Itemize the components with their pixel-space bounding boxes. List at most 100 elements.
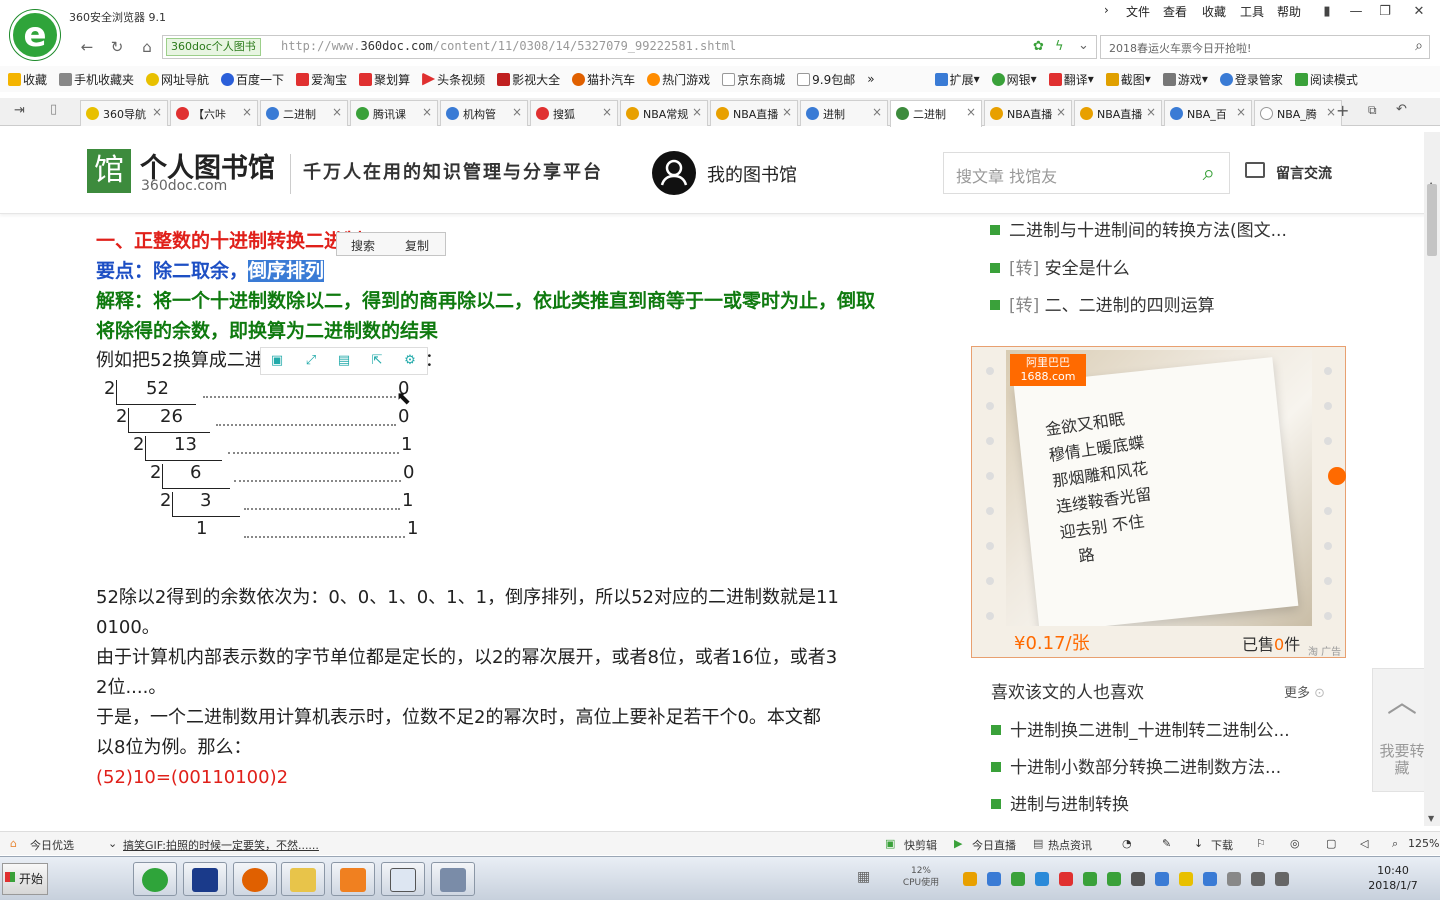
flag-icon[interactable]: ⚐ xyxy=(1256,837,1266,850)
ad-active-dot[interactable] xyxy=(1328,467,1346,485)
360-icon[interactable] xyxy=(1083,872,1097,886)
close-tab-icon[interactable]: × xyxy=(1326,105,1336,119)
fav-tool[interactable]: 网银 ▾ xyxy=(991,71,1037,88)
tab-7[interactable]: NBA直播 × xyxy=(710,100,798,126)
window-icon[interactable]: ▢ xyxy=(1326,837,1336,850)
ad-image[interactable]: 金欲又和眠 穆倩上暖底蝶 那烟雕和风花 连缕鞍香光留 迎去别 不住 路 阿里巴巴… xyxy=(1006,350,1312,626)
tab-9[interactable]: 二进制 × xyxy=(890,100,982,127)
tab-1[interactable]: 【六咔 × xyxy=(170,100,258,126)
fav-item[interactable]: 收藏 xyxy=(8,71,47,88)
save-to-library-button[interactable]: 我要转藏 xyxy=(1373,743,1431,777)
fav-item[interactable]: 手机收藏夹 xyxy=(59,71,134,88)
fav-tool[interactable]: 扩展 ▾ xyxy=(934,71,980,88)
zoom-level[interactable]: 125% xyxy=(1408,837,1439,850)
fav-item[interactable]: 网址导航 xyxy=(146,71,209,88)
close-tab-icon[interactable]: × xyxy=(692,105,702,119)
menu-tools[interactable]: 工具 xyxy=(1240,3,1264,20)
fav-item[interactable]: 9.9包邮 xyxy=(797,71,855,88)
tool-icon[interactable] xyxy=(1203,872,1217,886)
sidebar-toggle-icon[interactable]: ⇥ xyxy=(14,103,25,118)
browser-search-box[interactable]: 2018春运火车票今日开抢啦! ⌕ xyxy=(1100,35,1430,59)
fav-tool[interactable]: 阅读模式 xyxy=(1294,71,1358,88)
fav-item[interactable]: 百度一下 xyxy=(221,71,284,88)
clock[interactable]: 10:40 2018/1/7 xyxy=(1358,863,1428,893)
fav-tool[interactable]: 翻译 ▾ xyxy=(1048,71,1094,88)
likes-link[interactable]: 十进制换二进制_十进制转二进制公... xyxy=(991,716,1290,741)
taskbar-calculator[interactable] xyxy=(431,862,475,896)
collect-icon[interactable]: ▤ xyxy=(336,353,352,369)
tab-10[interactable]: NBA直播 × xyxy=(984,100,1072,126)
menu-help[interactable]: 帮助 xyxy=(1277,3,1301,20)
taskbar-devcpp[interactable] xyxy=(183,862,227,896)
taskbar-window[interactable] xyxy=(381,862,425,896)
taskbar-explorer[interactable] xyxy=(281,862,325,896)
expand-icon[interactable]: ⤢ xyxy=(303,353,319,369)
scrollbar[interactable]: ▲ ▼ xyxy=(1424,132,1440,826)
check-icon[interactable] xyxy=(1107,872,1121,886)
user-icon[interactable] xyxy=(1131,872,1145,886)
likes-more-link[interactable]: 更多 ⊙ xyxy=(1284,682,1325,701)
taskbar-app[interactable] xyxy=(233,862,277,896)
share-icon[interactable]: ⇱ xyxy=(369,353,385,369)
cpu-icon[interactable] xyxy=(1011,872,1025,886)
address-bar[interactable]: 360doc个人图书 http://www.360doc.com/content… xyxy=(162,35,1097,59)
close-tab-icon[interactable]: × xyxy=(1056,105,1066,119)
back-to-top-icon[interactable]: ︿ xyxy=(1373,677,1431,721)
gear-icon[interactable]: ⚙ xyxy=(402,353,418,369)
fav-item[interactable]: 影视大全 xyxy=(497,71,560,88)
popup-search-button[interactable]: 搜索 xyxy=(351,237,375,254)
scroll-down-icon[interactable]: ▼ xyxy=(1428,814,1434,823)
chevron-right-icon[interactable]: › xyxy=(1104,3,1109,17)
fav-tool[interactable]: 游戏 ▾ xyxy=(1162,71,1208,88)
status-item[interactable]: 热点资讯 xyxy=(1048,837,1092,853)
tab-2[interactable]: 二进制 × xyxy=(260,100,348,126)
sound-icon[interactable]: ◁ xyxy=(1360,837,1368,850)
selected-text[interactable]: 倒序排列 xyxy=(248,260,325,282)
my-library-link[interactable]: 我的图书馆 xyxy=(707,161,797,187)
fav-item[interactable]: 猫扑汽车 xyxy=(572,71,635,88)
more-chevron-icon[interactable]: » xyxy=(867,72,874,86)
popup-copy-button[interactable]: 复制 xyxy=(405,237,429,254)
close-tab-icon[interactable]: × xyxy=(512,105,522,119)
likes-link[interactable]: 十进制小数部分转换二进制数方法... xyxy=(991,753,1281,778)
back-arrow-icon[interactable]: ← xyxy=(76,37,98,57)
menu-favorites[interactable]: 收藏 xyxy=(1202,3,1226,20)
keyboard-icon[interactable]: ▦ xyxy=(857,869,870,885)
status-item[interactable]: 今日直播 xyxy=(972,837,1016,853)
message-link[interactable]: 留言交流 xyxy=(1276,163,1332,183)
home-icon[interactable]: ⌂ xyxy=(136,37,158,57)
likes-link[interactable]: 进制与进制转换 xyxy=(991,790,1129,815)
taskbar-browser[interactable] xyxy=(133,862,177,896)
close-button[interactable]: ✕ xyxy=(1408,2,1430,22)
library-logo-icon[interactable]: 馆 xyxy=(87,149,131,193)
fav-item[interactable]: 京东商城 xyxy=(722,71,785,88)
refresh-icon[interactable]: ↻ xyxy=(106,37,128,57)
chevron-down-icon[interactable]: ⌄ xyxy=(108,837,117,850)
status-item[interactable]: 快剪辑 xyxy=(904,837,937,853)
network-icon[interactable] xyxy=(1035,872,1049,886)
security-icon[interactable]: ✿ xyxy=(1033,39,1044,54)
news-ticker[interactable]: 搞笑GIF:拍照的时候一定要笑，不然...... xyxy=(123,837,319,853)
tab-5[interactable]: 搜狐 × xyxy=(530,100,618,126)
shield-icon[interactable] xyxy=(987,872,1001,886)
fav-tool[interactable]: 登录管家 xyxy=(1219,71,1283,88)
advertisement[interactable]: 金欲又和眠 穆倩上暖底蝶 那烟雕和风花 连缕鞍香光留 迎去别 不住 路 阿里巴巴… xyxy=(971,346,1346,658)
tab-8[interactable]: 进制 × xyxy=(800,100,888,126)
game-icon[interactable] xyxy=(1179,872,1193,886)
close-tab-icon[interactable]: × xyxy=(602,105,612,119)
tab-3[interactable]: 腾讯课 × xyxy=(350,100,438,126)
chrome-icon[interactable] xyxy=(963,872,977,886)
fav-item[interactable]: 聚划算 xyxy=(359,71,410,88)
lightning-icon[interactable]: ϟ xyxy=(1055,39,1064,54)
fav-item[interactable]: 热门游戏 xyxy=(647,71,710,88)
minimize-button[interactable]: — xyxy=(1345,2,1367,22)
maximize-button[interactable]: ❐ xyxy=(1374,2,1396,22)
tab-0[interactable]: 360导航 × xyxy=(80,100,168,126)
tab-6[interactable]: NBA常规 × xyxy=(620,100,708,126)
close-tab-icon[interactable]: × xyxy=(782,105,792,119)
undo-close-icon[interactable]: ↶ xyxy=(1396,102,1407,117)
user-avatar-icon[interactable] xyxy=(652,151,696,195)
close-tab-icon[interactable]: × xyxy=(1146,105,1156,119)
search-icon[interactable]: ⌕ xyxy=(1415,38,1423,54)
pin-icon[interactable]: ✎ xyxy=(1162,837,1171,850)
